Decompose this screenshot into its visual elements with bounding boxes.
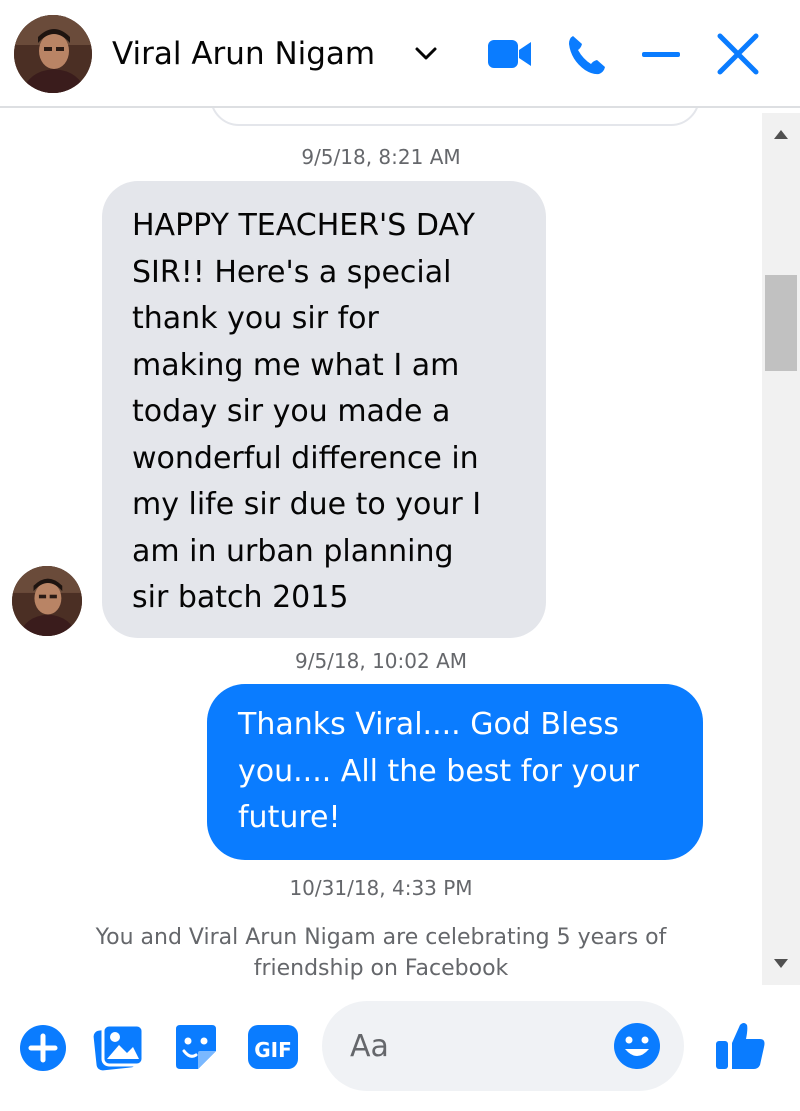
message-line: HAPPY TEACHER'S DAY: [132, 208, 475, 243]
friendship-note-line: friendship on Facebook: [253, 956, 509, 981]
message-line: future!: [238, 800, 341, 835]
chat-header: Viral Arun Nigam: [0, 0, 800, 108]
gif-label: GIF: [254, 1038, 292, 1062]
message-line: SIR!! Here's a special: [132, 254, 452, 290]
sticker-icon[interactable]: [170, 1021, 222, 1077]
message-line: you.... All the best for your: [238, 753, 639, 789]
message-line: wonderful difference in: [132, 440, 479, 476]
message-input[interactable]: Aa: [322, 1001, 684, 1091]
emoji-icon[interactable]: [612, 1021, 662, 1071]
message-line: thank you sir for: [132, 301, 379, 336]
previous-message-bubble: [210, 108, 700, 126]
minimize-icon[interactable]: [638, 30, 686, 78]
message-line: am in urban planning: [132, 533, 454, 569]
message-input-placeholder: Aa: [350, 1029, 389, 1064]
outgoing-message-bubble[interactable]: Thanks Viral.... God Bless you.... All t…: [207, 684, 703, 860]
event-timestamp: 10/31/18, 4:33 PM: [289, 876, 473, 900]
message-line: making me what I am: [132, 347, 460, 383]
contact-name[interactable]: Viral Arun Nigam: [112, 36, 375, 72]
message-line: Thanks Viral.... God Bless: [238, 707, 620, 742]
message-timestamp: 9/5/18, 10:02 AM: [294, 649, 468, 673]
like-icon[interactable]: [712, 1017, 768, 1077]
scrollbar[interactable]: [762, 113, 800, 985]
scrollbar-thumb[interactable]: [765, 275, 797, 371]
sender-avatar[interactable]: [12, 566, 82, 636]
gif-icon[interactable]: GIF: [246, 1023, 300, 1075]
message-line: sir batch 2015: [132, 580, 349, 615]
message-composer: GIF Aa: [0, 985, 800, 1111]
friendship-note-line: You and Viral Arun Nigam are celebrating…: [95, 925, 667, 950]
scroll-down-arrow-icon[interactable]: [762, 945, 800, 985]
message-timestamp: 9/5/18, 8:21 AM: [301, 145, 461, 169]
video-call-icon[interactable]: [486, 30, 534, 78]
photo-icon[interactable]: [93, 1021, 145, 1077]
message-list[interactable]: 9/5/18, 8:21 AM HAPPY TEACHER'S DAY SIR!…: [0, 108, 762, 983]
phone-icon[interactable]: [563, 30, 611, 78]
scroll-up-arrow-icon[interactable]: [762, 113, 800, 153]
add-icon[interactable]: [18, 1023, 68, 1077]
incoming-message-bubble[interactable]: HAPPY TEACHER'S DAY SIR!! Here's a speci…: [102, 181, 546, 638]
message-line: my life sir due to your I: [132, 487, 482, 522]
close-icon[interactable]: [714, 30, 762, 78]
chevron-down-icon[interactable]: [414, 46, 438, 62]
friendship-anniversary-note: You and Viral Arun Nigam are celebrating…: [0, 922, 762, 983]
message-line: today sir you made a: [132, 394, 451, 429]
contact-avatar[interactable]: [14, 15, 92, 93]
